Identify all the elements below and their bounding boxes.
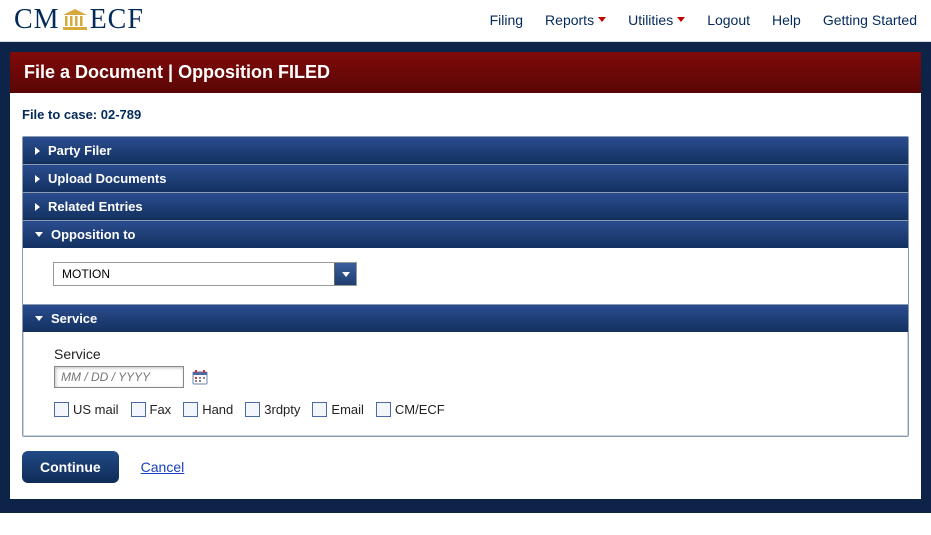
section-label: Party Filer [48,143,112,158]
logo-text-ecf: ECF [90,4,144,36]
chevron-down-icon [35,316,43,321]
nav-reports[interactable]: Reports [545,12,606,28]
app-logo: CM ECF [14,4,144,36]
calendar-icon[interactable] [192,369,208,385]
chevron-right-icon [35,175,40,183]
section-party-filer-header[interactable]: Party Filer [23,137,908,164]
chevron-down-icon [35,232,43,237]
nav-getting-started[interactable]: Getting Started [823,12,917,28]
service-date-input[interactable] [54,366,184,388]
caret-down-icon [598,17,606,22]
section-party-filer: Party Filer [23,137,908,164]
case-number-label: File to case: 02-789 [22,107,909,122]
nav-links: Filing Reports Utilities Logout Help Get… [490,12,917,28]
section-related-entries-header[interactable]: Related Entries [23,193,908,220]
checkbox-cmecf[interactable]: CM/ECF [376,402,445,417]
checkbox-hand[interactable]: Hand [183,402,233,417]
form-actions: Continue Cancel [22,451,909,483]
section-label: Upload Documents [48,171,166,186]
page-content: File to case: 02-789 Party Filer Upload … [10,93,921,499]
top-bar: CM ECF Filing Reports Utilities Logout H… [0,0,931,42]
chevron-right-icon [35,203,40,211]
checkbox-email[interactable]: Email [312,402,364,417]
section-opposition-body: MOTION [23,248,908,304]
continue-button[interactable]: Continue [22,451,119,483]
cancel-link[interactable]: Cancel [141,459,185,475]
section-label: Opposition to [51,227,135,242]
service-date-label: Service [54,346,877,362]
opposition-select-trigger[interactable] [334,263,356,285]
checkbox-icon [312,402,327,417]
section-upload-documents-header[interactable]: Upload Documents [23,165,908,192]
section-label: Related Entries [48,199,143,214]
checkbox-icon [131,402,146,417]
page-frame: File a Document | Opposition FILED File … [0,42,931,513]
page-title: File a Document | Opposition FILED [10,52,921,93]
filing-accordion: Party Filer Upload Documents Related Ent… [22,136,909,437]
logo-text-cm: CM [14,4,60,36]
section-opposition-to-header[interactable]: Opposition to [23,221,908,248]
caret-down-icon [342,272,350,277]
checkbox-icon [245,402,260,417]
section-related-entries: Related Entries [23,192,908,220]
section-service-body: Service [23,332,908,436]
checkbox-3rdpty[interactable]: 3rdpty [245,402,300,417]
service-date-row [54,366,877,388]
nav-utilities[interactable]: Utilities [628,12,685,28]
chevron-right-icon [35,147,40,155]
opposition-select-value: MOTION [54,263,334,285]
section-service-header[interactable]: Service [23,305,908,332]
section-label: Service [51,311,97,326]
nav-logout[interactable]: Logout [707,12,750,28]
checkbox-icon [54,402,69,417]
court-building-icon [62,9,88,31]
checkbox-icon [183,402,198,417]
checkbox-fax[interactable]: Fax [131,402,172,417]
caret-down-icon [677,17,685,22]
checkbox-us-mail[interactable]: US mail [54,402,119,417]
nav-help[interactable]: Help [772,12,801,28]
service-method-row: US mail Fax Hand 3rdpty Email CM/ECF [54,402,877,417]
nav-filing[interactable]: Filing [490,12,523,28]
section-upload-documents: Upload Documents [23,164,908,192]
opposition-select[interactable]: MOTION [53,262,357,286]
checkbox-icon [376,402,391,417]
section-service: Service Service [23,304,908,436]
section-opposition-to: Opposition to MOTION [23,220,908,304]
